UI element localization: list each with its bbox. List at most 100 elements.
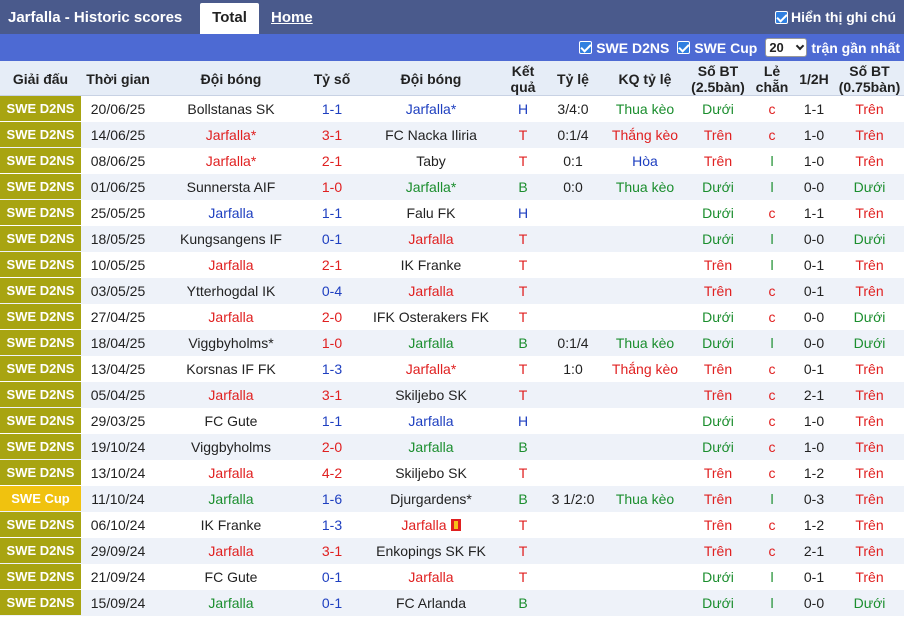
home-team[interactable]: IK Franke xyxy=(155,512,307,538)
match-score-text: 0-1 xyxy=(321,595,343,611)
away-team[interactable]: Jarfalla xyxy=(357,278,505,304)
league-badge[interactable]: SWE D2NS xyxy=(0,590,81,615)
home-team[interactable]: Jarfalla xyxy=(155,304,307,330)
home-team[interactable]: Jarfalla xyxy=(155,538,307,564)
league-badge[interactable]: SWE D2NS xyxy=(0,330,81,355)
league-badge[interactable]: SWE D2NS xyxy=(0,512,81,537)
goals-25-text: Dưới xyxy=(702,205,734,221)
away-team[interactable]: Jarfalla xyxy=(357,564,505,590)
home-team[interactable]: FC Gute xyxy=(155,408,307,434)
away-team[interactable]: FC Arlanda xyxy=(357,590,505,616)
away-team-text: Jarfalla xyxy=(401,517,447,533)
match-score: 4-2 xyxy=(307,460,357,486)
away-team[interactable]: Djurgardens* xyxy=(357,486,505,512)
away-team[interactable]: IK Franke xyxy=(357,252,505,278)
league-badge[interactable]: SWE D2NS xyxy=(0,122,81,147)
home-team[interactable]: Sunnersta AIF xyxy=(155,174,307,200)
match-result: T xyxy=(505,148,541,174)
away-team[interactable]: Jarfalla xyxy=(357,330,505,356)
show-notes-toggle[interactable]: Hiển thị ghi chú xyxy=(775,9,896,25)
league-badge[interactable]: SWE D2NS xyxy=(0,174,81,199)
away-team[interactable]: Taby xyxy=(357,148,505,174)
home-team[interactable]: Bollstanas SK xyxy=(155,96,307,122)
home-team[interactable]: FC Gute xyxy=(155,564,307,590)
tab-home[interactable]: Home xyxy=(271,9,313,26)
odds-result xyxy=(605,460,685,486)
league-badge[interactable]: SWE D2NS xyxy=(0,278,81,303)
away-team[interactable]: Jarfalla* xyxy=(357,174,505,200)
away-team[interactable]: Skiljebo SK xyxy=(357,382,505,408)
away-team[interactable]: Jarfalla xyxy=(357,408,505,434)
league-badge[interactable]: SWE Cup xyxy=(0,486,81,511)
league-badge[interactable]: SWE D2NS xyxy=(0,460,81,485)
league1-checkbox[interactable] xyxy=(579,41,593,54)
league2-checkbox[interactable] xyxy=(677,41,691,54)
match-result-text: H xyxy=(517,101,529,117)
odds-result-text: Thua kèo xyxy=(615,101,675,117)
league-badge[interactable]: SWE D2NS xyxy=(0,148,81,173)
home-team[interactable]: Jarfalla xyxy=(155,382,307,408)
match-date-text: 18/04/25 xyxy=(90,335,146,351)
match-result-text: T xyxy=(518,231,528,247)
away-team[interactable]: Falu FK xyxy=(357,200,505,226)
odds-value xyxy=(541,538,605,564)
away-team[interactable]: Enkopings SK FK xyxy=(357,538,505,564)
odd-even-text: l xyxy=(770,153,774,169)
away-team[interactable]: Jarfalla* xyxy=(357,96,505,122)
checkbox-icon[interactable] xyxy=(775,10,788,24)
league-badge[interactable]: SWE D2NS xyxy=(0,304,81,329)
match-count-select[interactable]: 20 xyxy=(765,38,808,57)
league-badge[interactable]: SWE D2NS xyxy=(0,96,81,121)
league-badge[interactable]: SWE D2NS xyxy=(0,226,81,251)
home-team[interactable]: Ytterhogdal IK xyxy=(155,278,307,304)
odds-result xyxy=(605,278,685,304)
odds-value-text: 1:0 xyxy=(563,361,583,377)
home-team[interactable]: Korsnas IF FK xyxy=(155,356,307,382)
half-time-score-text: 1-2 xyxy=(803,517,825,533)
away-team[interactable]: Jarfalla xyxy=(357,226,505,252)
half-time-score-text: 1-1 xyxy=(803,205,825,221)
home-team[interactable]: Jarfalla* xyxy=(155,122,307,148)
goals-25-text: Dưới xyxy=(702,595,734,611)
league-badge[interactable]: SWE D2NS xyxy=(0,252,81,277)
league-badge[interactable]: SWE D2NS xyxy=(0,434,81,459)
away-team[interactable]: Jarfalla xyxy=(357,512,505,538)
goals-25-text: Dưới xyxy=(702,101,734,117)
match-result-text: T xyxy=(518,283,528,299)
match-result: T xyxy=(505,304,541,330)
league-badge[interactable]: SWE D2NS xyxy=(0,356,81,381)
match-date-text: 11/10/24 xyxy=(91,491,145,507)
league-badge[interactable]: SWE D2NS xyxy=(0,382,81,407)
home-team[interactable]: Jarfalla xyxy=(155,252,307,278)
header-home-team: Đội bóng xyxy=(200,70,262,87)
goals-25: Dưới xyxy=(685,564,751,590)
home-team[interactable]: Jarfalla xyxy=(155,590,307,616)
match-date-text: 15/09/24 xyxy=(90,595,146,611)
home-team[interactable]: Jarfalla xyxy=(155,200,307,226)
away-team[interactable]: Skiljebo SK xyxy=(357,460,505,486)
home-team[interactable]: Jarfalla xyxy=(155,486,307,512)
away-team[interactable]: IFK Osterakers FK xyxy=(357,304,505,330)
home-team[interactable]: Jarfalla* xyxy=(155,148,307,174)
home-team[interactable]: Jarfalla xyxy=(155,460,307,486)
away-team[interactable]: FC Nacka Iliria xyxy=(357,122,505,148)
odds-value xyxy=(541,304,605,330)
league-badge[interactable]: SWE D2NS xyxy=(0,564,81,589)
league-badge[interactable]: SWE D2NS xyxy=(0,200,81,225)
league-badge[interactable]: SWE D2NS xyxy=(0,408,81,433)
away-team[interactable]: Jarfalla xyxy=(357,434,505,460)
odds-value: 0:1/4 xyxy=(541,330,605,356)
odds-result xyxy=(605,252,685,278)
league-badge[interactable]: SWE D2NS xyxy=(0,538,81,563)
away-team[interactable]: Jarfalla* xyxy=(357,356,505,382)
odds-result-text: Thắng kèo xyxy=(611,361,679,377)
match-result: H xyxy=(505,200,541,226)
match-score-text: 0-1 xyxy=(321,231,343,247)
home-team[interactable]: Viggbyholms xyxy=(155,434,307,460)
home-team[interactable]: Viggbyholms* xyxy=(155,330,307,356)
goals-25: Dưới xyxy=(685,200,751,226)
tab-total[interactable]: Total xyxy=(200,3,259,34)
goals-25: Trên xyxy=(685,122,751,148)
match-date: 18/05/25 xyxy=(81,226,155,252)
home-team[interactable]: Kungsangens IF xyxy=(155,226,307,252)
